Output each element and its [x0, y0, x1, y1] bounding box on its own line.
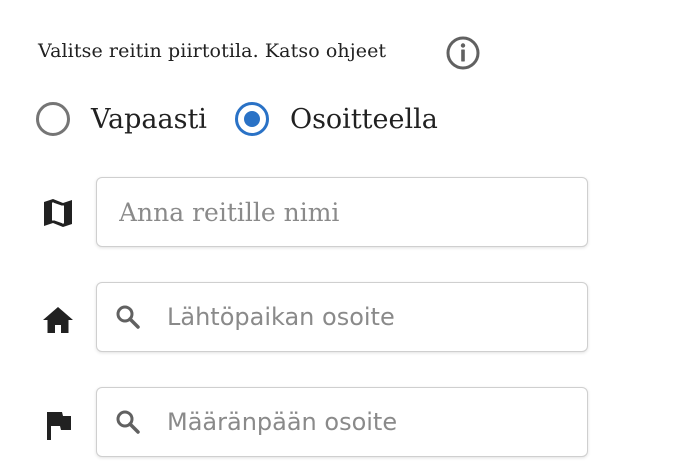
destination-address-input[interactable]	[167, 408, 587, 436]
home-icon	[38, 300, 78, 340]
radio-button-osoitteella[interactable]	[234, 102, 269, 136]
radio-option-vapaasti[interactable]: Vapaasti	[36, 102, 207, 136]
radio-option-osoitteella[interactable]: Osoitteella	[234, 102, 438, 136]
radio-button-vapaasti[interactable]	[36, 102, 70, 136]
instruction-row: Valitse reitin piirtotila. Katso ohjeet	[38, 33, 386, 69]
radio-label-osoitteella[interactable]: Osoitteella	[290, 104, 438, 135]
flag-icon	[38, 405, 78, 445]
instruction-text: Valitse reitin piirtotila. Katso ohjeet	[38, 40, 387, 62]
radio-label-vapaasti[interactable]: Vapaasti	[91, 104, 207, 135]
search-icon	[113, 407, 143, 437]
start-address-row	[38, 282, 590, 354]
radio-selected-dot	[243, 111, 260, 127]
search-icon	[113, 302, 143, 332]
destination-address-field[interactable]	[96, 387, 588, 457]
draw-mode-radio-group: Vapaasti Osoitteella	[36, 98, 466, 140]
route-name-row	[38, 177, 590, 249]
route-name-input[interactable]	[119, 197, 587, 227]
start-address-input[interactable]	[167, 303, 587, 331]
map-icon	[38, 193, 78, 233]
destination-address-row	[38, 387, 590, 459]
info-circle-icon[interactable]	[445, 35, 481, 71]
start-address-field[interactable]	[96, 282, 588, 352]
route-name-field[interactable]	[96, 177, 588, 247]
